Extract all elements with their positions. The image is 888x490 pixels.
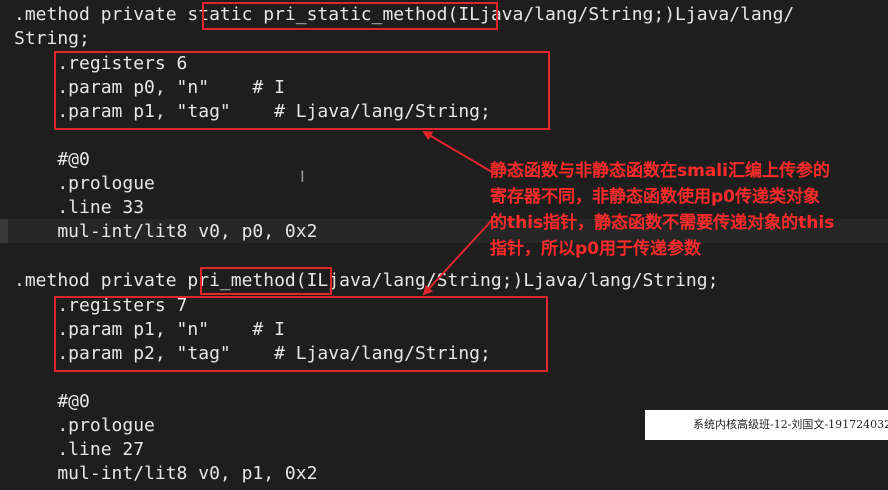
annotation-line: 寄存器不同，非静态函数使用p0传递类对象	[490, 187, 820, 207]
arrow-to-nonstatic-registers-icon	[422, 219, 493, 296]
arrow-to-static-registers-icon	[422, 130, 493, 173]
annotation-line: 静态函数与非静态函数在smali汇编上传参的	[490, 161, 830, 181]
annotation-line: 指针，所以p0用于传递参数	[490, 239, 701, 259]
annotation-note: 静态函数与非静态函数在smali汇编上传参的 寄存器不同，非静态函数使用p0传递…	[490, 158, 888, 262]
watermark-label: 系统内核高级班-12-刘国文-191724032-7	[645, 410, 888, 440]
annotation-line: 的this指针，静态函数不需要传递对象的this	[490, 213, 835, 233]
